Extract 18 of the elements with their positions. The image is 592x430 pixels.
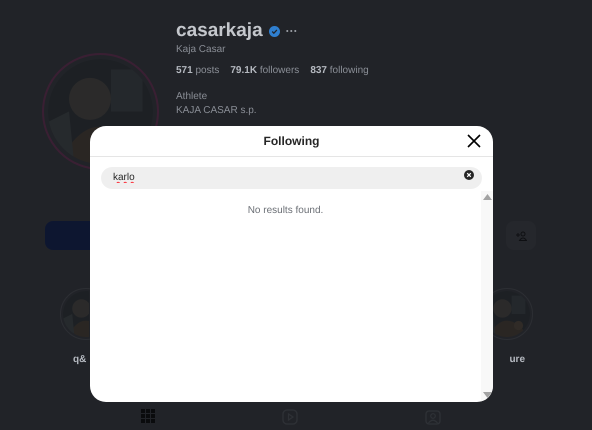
clear-icon[interactable] (464, 170, 474, 180)
highlight-label[interactable]: q& (60, 352, 86, 367)
scrollbar[interactable] (481, 190, 493, 402)
search-field[interactable]: karlo (101, 166, 482, 188)
profile-stat[interactable]: 571 posts (176, 65, 220, 77)
empty-message: No results found. (248, 204, 324, 218)
profile-stat[interactable]: 79.1K followers (230, 65, 300, 77)
full-name: Kaja Casar (176, 44, 226, 56)
close-icon[interactable] (467, 134, 481, 148)
username: casarkaja (176, 20, 263, 42)
profile-stat[interactable]: 837 following (310, 65, 369, 77)
scroll-down-icon[interactable] (482, 392, 492, 398)
more-options[interactable]: ··· (286, 25, 298, 37)
bio-text: KAJA CASAR s.p. (176, 105, 258, 117)
category-label: Athlete (176, 91, 208, 103)
add-person-icon (516, 230, 526, 240)
dialog-title: Following (264, 133, 320, 150)
highlight-label[interactable]: ure (509, 352, 533, 367)
